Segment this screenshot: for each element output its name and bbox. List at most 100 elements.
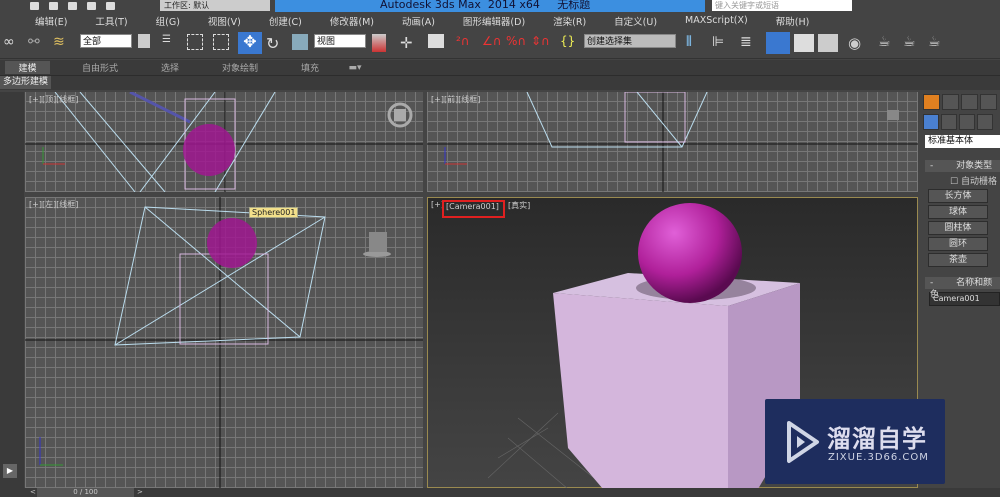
viewport-label-left[interactable]: [+][左][线框] [29,199,78,210]
shapes-icon[interactable] [941,114,957,130]
object-type-rollout[interactable]: - 对象类型 [925,160,1000,172]
align-icon[interactable]: ⊫ [712,34,730,52]
angle-snap-icon[interactable]: ∠∩ [482,34,502,52]
select-by-name-icon[interactable]: ☰ [162,34,180,52]
polygon-modeling-tab[interactable]: 多边形建模 [0,76,52,89]
menu-maxscript[interactable]: MAXScript(X) [685,15,748,26]
expand-arrow-icon[interactable]: ▶ [3,464,17,478]
object-name-field[interactable]: Camera001 [929,292,1000,306]
tab-freeform[interactable]: 自由形式 [65,61,135,74]
play-logo-icon [787,421,819,463]
cameras-icon[interactable] [977,114,993,130]
watermark: 溜溜自学 ZIXUE.3D66.COM [765,399,945,484]
tab-selection[interactable]: 选择 [135,61,205,74]
ribbon-subtab: 多边形建模 [0,75,1000,90]
move-icon[interactable]: ✥ [238,32,262,54]
reference-coord-dropdown[interactable]: 视图 [314,34,366,48]
scene-explorer-icon[interactable] [766,32,790,54]
tab-modeling[interactable]: 建模 [5,61,50,74]
tab-object-paint[interactable]: 对象绘制 [205,61,275,74]
edit-named-selection-icon[interactable]: {} [560,34,578,52]
rect-selection-icon[interactable] [187,34,203,50]
name-color-rollout[interactable]: - 名称和颜色 [925,277,1000,300]
cylinder-button[interactable]: 圆柱体 [928,221,988,235]
search-input[interactable]: 键入关键字或短语 [712,0,852,11]
scale-icon[interactable] [292,34,308,50]
box-button[interactable]: 长方体 [928,189,988,203]
sphere-button[interactable]: 球体 [928,205,988,219]
left-strip: ▶ [0,92,24,488]
material-editor-icon[interactable]: ◉ [848,34,866,52]
pivot-icon[interactable] [372,34,386,52]
shading-mode-label[interactable]: [真实] [508,200,530,211]
tab-populate[interactable]: 填充 [275,61,345,74]
ribbon-tabs: 建模 自由形式 选择 对象绘制 填充 ▬▾ [0,60,1000,75]
viewport-label-front[interactable]: [+][前][线框] [431,94,480,105]
spinner-snap-icon[interactable]: ⇕∩ [531,34,550,52]
unlink-icon[interactable]: ⚯ [28,34,46,52]
lights-icon[interactable] [959,114,975,130]
viewport-front[interactable]: [+][前][线框] [427,92,918,192]
window-crossing-icon[interactable] [213,34,229,50]
menu-views[interactable]: 视图(V) [208,14,241,28]
watermark-url: ZIXUE.3D66.COM [828,452,929,463]
hierarchy-tab-icon[interactable] [961,94,978,110]
create-tab-icon[interactable] [923,94,940,110]
link-icon[interactable]: ∞ [3,34,21,52]
watermark-brand: 溜溜自学 [827,425,927,453]
open-file-icon[interactable] [49,2,58,10]
viewport-left[interactable]: [+][左][线框] Sphere001 [25,197,423,488]
manipulate-icon[interactable]: ✛ [400,34,418,52]
autogrid-checkbox[interactable]: ☐ 自动栅格 [950,174,1000,187]
keyboard-shortcut-icon[interactable] [428,34,444,48]
rendered-frame-icon[interactable]: ☕ [903,34,921,52]
menu-tools[interactable]: 工具(T) [95,14,127,28]
camera-name-label[interactable]: [Camera001] [442,200,505,218]
save-icon[interactable] [68,2,77,10]
teapot-button[interactable]: 茶壶 [928,253,988,267]
viewport-label-top[interactable]: [+][顶][线框] [29,94,78,105]
schematic-view-icon[interactable] [818,34,838,52]
geometry-icon[interactable] [923,114,939,130]
torus-button[interactable]: 圆环 [928,237,988,251]
prev-frame-icon[interactable]: < [30,488,36,497]
menu-rendering[interactable]: 渲染(R) [553,14,586,28]
menu-create[interactable]: 创建(C) [269,14,302,28]
top-scene [25,92,423,192]
workspace-dropdown[interactable]: 工作区: 默认 [160,0,270,11]
new-file-icon[interactable] [30,2,39,10]
menu-animation[interactable]: 动画(A) [402,14,435,28]
render-icon[interactable]: ☕ [928,34,946,52]
time-slider[interactable]: 0 / 100 [37,488,134,497]
layers-icon[interactable]: ≣ [740,34,758,52]
left-scene [25,197,423,488]
main-toolbar: ∞ ⚯ ≋ 全部 ☰ ✥ ↻ 视图 ✛ ²∩ ∠∩ %∩ ⇕∩ {} 创建选择集… [0,29,1000,59]
mirror-icon[interactable]: ⫴ [686,34,704,52]
percent-snap-icon[interactable]: %∩ [506,34,526,52]
viewport-top[interactable]: [+][顶][线框] [25,92,423,192]
undo-icon[interactable] [87,2,96,10]
select-object-icon[interactable] [138,34,150,48]
next-frame-icon[interactable]: > [137,488,145,497]
motion-tab-icon[interactable] [980,94,997,110]
ribbon-options-icon[interactable]: ▬▾ [345,63,365,73]
autogrid-label: 自动栅格 [960,177,997,187]
menu-customize[interactable]: 自定义(U) [614,14,657,28]
menu-modifiers[interactable]: 修改器(M) [330,14,374,28]
bind-spacewarp-icon[interactable]: ≋ [53,34,71,52]
menu-group[interactable]: 组(G) [156,14,180,28]
modify-tab-icon[interactable] [942,94,959,110]
snap-2d-icon[interactable]: ²∩ [456,34,474,52]
rotate-icon[interactable]: ↻ [266,34,284,53]
curve-editor-icon[interactable] [794,34,814,52]
category-dropdown[interactable]: 标准基本体 [925,135,1000,148]
menu-help[interactable]: 帮助(H) [776,14,810,28]
render-setup-icon[interactable]: ☕ [878,34,896,52]
menu-edit[interactable]: 编辑(E) [35,14,67,28]
menu-graph-editors[interactable]: 图形编辑器(D) [463,14,525,28]
named-selection-dropdown[interactable]: 创建选择集 [584,34,676,48]
front-scene [427,92,918,192]
redo-icon[interactable] [106,2,115,10]
window-title: Autodesk 3ds Max 2014 x64 无标题 [275,0,705,12]
selection-filter-dropdown[interactable]: 全部 [80,34,132,48]
